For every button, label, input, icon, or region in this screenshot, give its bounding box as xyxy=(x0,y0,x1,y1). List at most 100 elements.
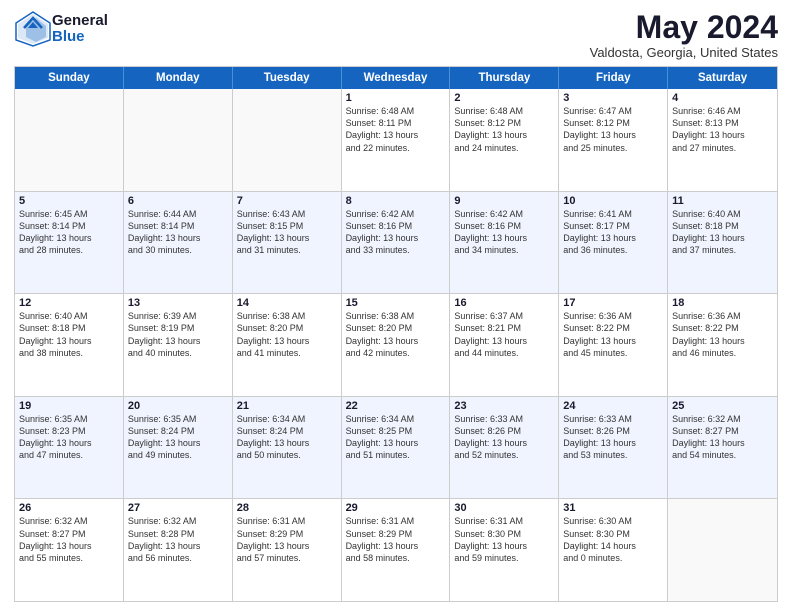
day-info: Sunrise: 6:48 AM Sunset: 8:11 PM Dayligh… xyxy=(346,105,446,154)
week-row-4: 19Sunrise: 6:35 AM Sunset: 8:23 PM Dayli… xyxy=(15,397,777,500)
empty-cell xyxy=(668,499,777,601)
day-info: Sunrise: 6:40 AM Sunset: 8:18 PM Dayligh… xyxy=(19,310,119,359)
calendar-body: 1Sunrise: 6:48 AM Sunset: 8:11 PM Daylig… xyxy=(15,89,777,601)
day-number: 19 xyxy=(19,400,119,412)
subtitle: Valdosta, Georgia, United States xyxy=(590,45,778,60)
logo-general-text: General xyxy=(52,13,108,30)
header-day-friday: Friday xyxy=(559,67,668,89)
header-day-monday: Monday xyxy=(124,67,233,89)
day-number: 23 xyxy=(454,400,554,412)
day-info: Sunrise: 6:35 AM Sunset: 8:23 PM Dayligh… xyxy=(19,413,119,462)
day-cell-26: 26Sunrise: 6:32 AM Sunset: 8:27 PM Dayli… xyxy=(15,499,124,601)
day-number: 3 xyxy=(563,92,663,104)
calendar-header: SundayMondayTuesdayWednesdayThursdayFrid… xyxy=(15,67,777,89)
day-cell-7: 7Sunrise: 6:43 AM Sunset: 8:15 PM Daylig… xyxy=(233,192,342,294)
day-number: 25 xyxy=(672,400,773,412)
header: General Blue May 2024 Valdosta, Georgia,… xyxy=(14,10,778,60)
header-day-saturday: Saturday xyxy=(668,67,777,89)
day-info: Sunrise: 6:33 AM Sunset: 8:26 PM Dayligh… xyxy=(454,413,554,462)
day-number: 17 xyxy=(563,297,663,309)
day-info: Sunrise: 6:39 AM Sunset: 8:19 PM Dayligh… xyxy=(128,310,228,359)
day-info: Sunrise: 6:42 AM Sunset: 8:16 PM Dayligh… xyxy=(454,208,554,257)
header-day-tuesday: Tuesday xyxy=(233,67,342,89)
day-cell-17: 17Sunrise: 6:36 AM Sunset: 8:22 PM Dayli… xyxy=(559,294,668,396)
day-info: Sunrise: 6:31 AM Sunset: 8:29 PM Dayligh… xyxy=(237,515,337,564)
day-cell-27: 27Sunrise: 6:32 AM Sunset: 8:28 PM Dayli… xyxy=(124,499,233,601)
day-cell-6: 6Sunrise: 6:44 AM Sunset: 8:14 PM Daylig… xyxy=(124,192,233,294)
day-info: Sunrise: 6:32 AM Sunset: 8:28 PM Dayligh… xyxy=(128,515,228,564)
day-info: Sunrise: 6:35 AM Sunset: 8:24 PM Dayligh… xyxy=(128,413,228,462)
day-cell-9: 9Sunrise: 6:42 AM Sunset: 8:16 PM Daylig… xyxy=(450,192,559,294)
day-info: Sunrise: 6:37 AM Sunset: 8:21 PM Dayligh… xyxy=(454,310,554,359)
day-number: 1 xyxy=(346,92,446,104)
day-cell-10: 10Sunrise: 6:41 AM Sunset: 8:17 PM Dayli… xyxy=(559,192,668,294)
day-cell-1: 1Sunrise: 6:48 AM Sunset: 8:11 PM Daylig… xyxy=(342,89,451,191)
day-cell-22: 22Sunrise: 6:34 AM Sunset: 8:25 PM Dayli… xyxy=(342,397,451,499)
day-cell-20: 20Sunrise: 6:35 AM Sunset: 8:24 PM Dayli… xyxy=(124,397,233,499)
title-area: May 2024 Valdosta, Georgia, United State… xyxy=(590,10,778,60)
day-cell-23: 23Sunrise: 6:33 AM Sunset: 8:26 PM Dayli… xyxy=(450,397,559,499)
day-info: Sunrise: 6:32 AM Sunset: 8:27 PM Dayligh… xyxy=(672,413,773,462)
day-info: Sunrise: 6:33 AM Sunset: 8:26 PM Dayligh… xyxy=(563,413,663,462)
day-number: 14 xyxy=(237,297,337,309)
day-number: 4 xyxy=(672,92,773,104)
day-cell-4: 4Sunrise: 6:46 AM Sunset: 8:13 PM Daylig… xyxy=(668,89,777,191)
day-info: Sunrise: 6:38 AM Sunset: 8:20 PM Dayligh… xyxy=(237,310,337,359)
day-cell-18: 18Sunrise: 6:36 AM Sunset: 8:22 PM Dayli… xyxy=(668,294,777,396)
day-cell-14: 14Sunrise: 6:38 AM Sunset: 8:20 PM Dayli… xyxy=(233,294,342,396)
day-number: 2 xyxy=(454,92,554,104)
day-info: Sunrise: 6:45 AM Sunset: 8:14 PM Dayligh… xyxy=(19,208,119,257)
day-cell-19: 19Sunrise: 6:35 AM Sunset: 8:23 PM Dayli… xyxy=(15,397,124,499)
day-info: Sunrise: 6:31 AM Sunset: 8:30 PM Dayligh… xyxy=(454,515,554,564)
calendar: SundayMondayTuesdayWednesdayThursdayFrid… xyxy=(14,66,778,602)
day-number: 7 xyxy=(237,195,337,207)
day-number: 31 xyxy=(563,502,663,514)
empty-cell xyxy=(233,89,342,191)
day-info: Sunrise: 6:36 AM Sunset: 8:22 PM Dayligh… xyxy=(563,310,663,359)
day-number: 11 xyxy=(672,195,773,207)
day-number: 26 xyxy=(19,502,119,514)
day-info: Sunrise: 6:34 AM Sunset: 8:24 PM Dayligh… xyxy=(237,413,337,462)
day-number: 21 xyxy=(237,400,337,412)
day-number: 9 xyxy=(454,195,554,207)
day-cell-28: 28Sunrise: 6:31 AM Sunset: 8:29 PM Dayli… xyxy=(233,499,342,601)
day-info: Sunrise: 6:48 AM Sunset: 8:12 PM Dayligh… xyxy=(454,105,554,154)
day-info: Sunrise: 6:36 AM Sunset: 8:22 PM Dayligh… xyxy=(672,310,773,359)
page: General Blue May 2024 Valdosta, Georgia,… xyxy=(0,0,792,612)
day-cell-29: 29Sunrise: 6:31 AM Sunset: 8:29 PM Dayli… xyxy=(342,499,451,601)
day-number: 20 xyxy=(128,400,228,412)
day-info: Sunrise: 6:31 AM Sunset: 8:29 PM Dayligh… xyxy=(346,515,446,564)
day-info: Sunrise: 6:40 AM Sunset: 8:18 PM Dayligh… xyxy=(672,208,773,257)
day-cell-5: 5Sunrise: 6:45 AM Sunset: 8:14 PM Daylig… xyxy=(15,192,124,294)
header-day-thursday: Thursday xyxy=(450,67,559,89)
day-number: 5 xyxy=(19,195,119,207)
week-row-3: 12Sunrise: 6:40 AM Sunset: 8:18 PM Dayli… xyxy=(15,294,777,397)
day-cell-24: 24Sunrise: 6:33 AM Sunset: 8:26 PM Dayli… xyxy=(559,397,668,499)
day-number: 22 xyxy=(346,400,446,412)
week-row-2: 5Sunrise: 6:45 AM Sunset: 8:14 PM Daylig… xyxy=(15,192,777,295)
logo-icon xyxy=(14,10,52,48)
day-info: Sunrise: 6:42 AM Sunset: 8:16 PM Dayligh… xyxy=(346,208,446,257)
day-number: 13 xyxy=(128,297,228,309)
day-number: 10 xyxy=(563,195,663,207)
day-cell-16: 16Sunrise: 6:37 AM Sunset: 8:21 PM Dayli… xyxy=(450,294,559,396)
day-cell-25: 25Sunrise: 6:32 AM Sunset: 8:27 PM Dayli… xyxy=(668,397,777,499)
day-info: Sunrise: 6:44 AM Sunset: 8:14 PM Dayligh… xyxy=(128,208,228,257)
day-number: 28 xyxy=(237,502,337,514)
day-cell-13: 13Sunrise: 6:39 AM Sunset: 8:19 PM Dayli… xyxy=(124,294,233,396)
day-number: 29 xyxy=(346,502,446,514)
day-info: Sunrise: 6:46 AM Sunset: 8:13 PM Dayligh… xyxy=(672,105,773,154)
day-number: 24 xyxy=(563,400,663,412)
day-info: Sunrise: 6:41 AM Sunset: 8:17 PM Dayligh… xyxy=(563,208,663,257)
day-cell-11: 11Sunrise: 6:40 AM Sunset: 8:18 PM Dayli… xyxy=(668,192,777,294)
day-cell-31: 31Sunrise: 6:30 AM Sunset: 8:30 PM Dayli… xyxy=(559,499,668,601)
day-number: 12 xyxy=(19,297,119,309)
day-cell-2: 2Sunrise: 6:48 AM Sunset: 8:12 PM Daylig… xyxy=(450,89,559,191)
day-number: 18 xyxy=(672,297,773,309)
header-day-sunday: Sunday xyxy=(15,67,124,89)
logo-blue-text: Blue xyxy=(52,29,108,46)
logo: General Blue xyxy=(14,10,108,48)
day-info: Sunrise: 6:47 AM Sunset: 8:12 PM Dayligh… xyxy=(563,105,663,154)
logo-text: General Blue xyxy=(52,13,108,46)
day-info: Sunrise: 6:38 AM Sunset: 8:20 PM Dayligh… xyxy=(346,310,446,359)
